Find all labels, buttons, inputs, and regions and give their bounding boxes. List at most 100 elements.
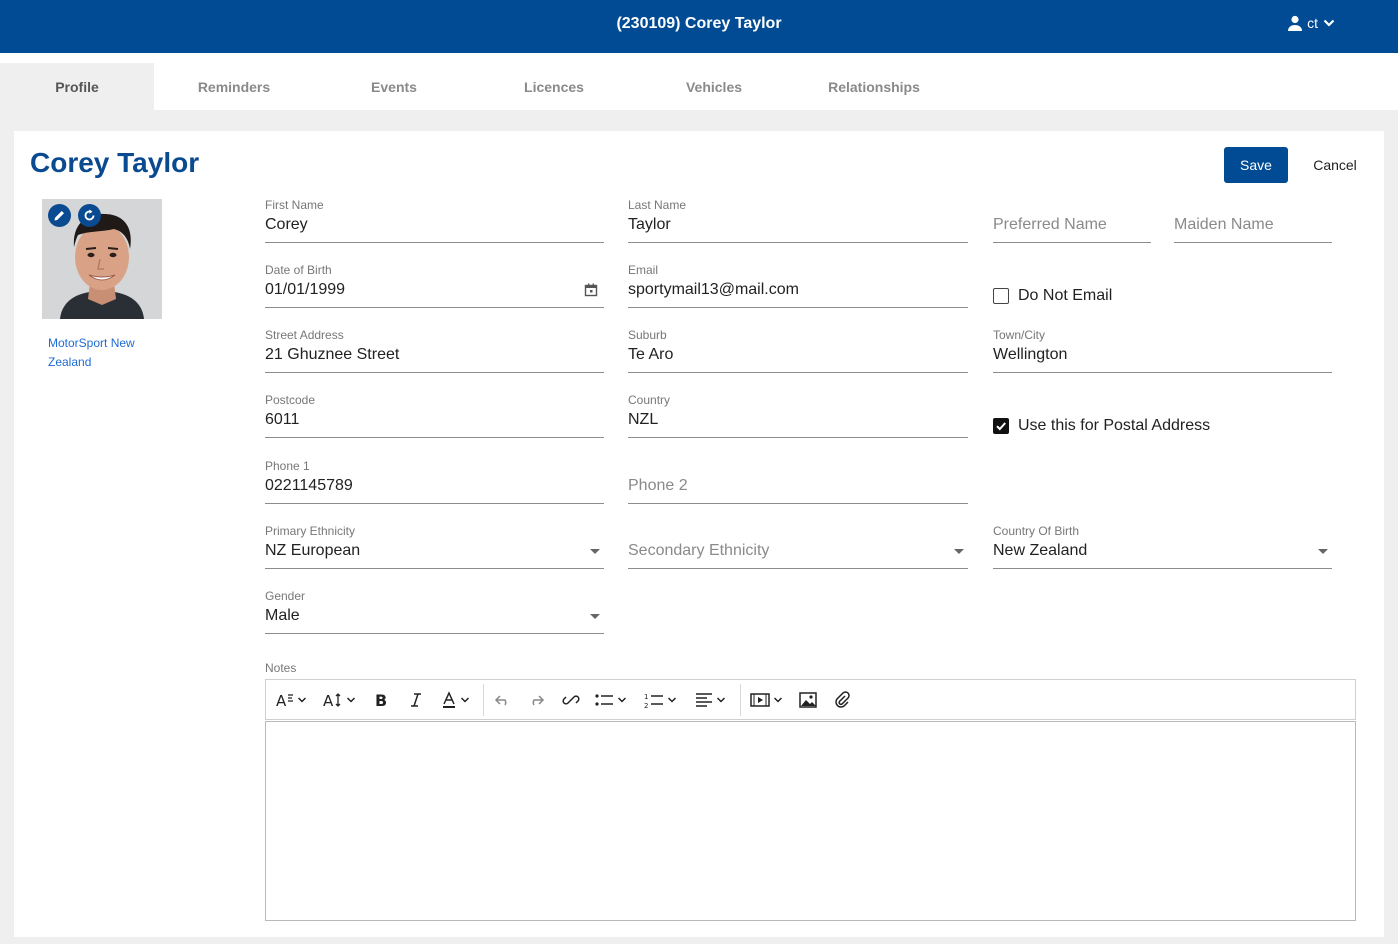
tab-licences[interactable]: Licences	[474, 63, 634, 110]
use-for-postal-label: Use this for Postal Address	[1018, 417, 1211, 434]
do-not-email-box[interactable]	[993, 288, 1009, 304]
date-of-birth-field[interactable]: Date of Birth 01/01/1999	[265, 263, 604, 308]
link-button[interactable]	[562, 688, 580, 712]
bold-button[interactable]: B	[374, 688, 390, 712]
secondary-ethnicity-select[interactable]: Secondary Ethnicity	[628, 524, 968, 569]
maiden-name-placeholder: Maiden Name	[1174, 216, 1274, 233]
phone1-value[interactable]: 0221145789	[265, 477, 353, 495]
gender-label: Gender	[265, 589, 306, 603]
preferred-name-placeholder: Preferred Name	[993, 216, 1107, 233]
use-for-postal-checkbox[interactable]: Use this for Postal Address	[993, 417, 1210, 435]
dropdown-arrow-icon[interactable]	[590, 614, 600, 619]
suburb-label: Suburb	[628, 328, 667, 342]
person-name: Corey Taylor	[30, 147, 200, 178]
email-field[interactable]: Email sportymail13@mail.com	[628, 263, 968, 308]
redo-icon	[532, 695, 545, 706]
attach-file-button[interactable]	[834, 688, 850, 712]
country-value[interactable]: NZL	[628, 411, 658, 429]
attach-file-icon	[835, 691, 850, 708]
use-for-postal-box[interactable]	[993, 418, 1009, 434]
primary-ethnicity-select[interactable]: Primary Ethnicity NZ European	[265, 524, 604, 569]
numbered-list-icon: 12	[644, 693, 663, 709]
numbered-list-button[interactable]: 12	[644, 688, 677, 712]
bold-icon: B	[375, 691, 387, 709]
font-size-button[interactable]: A	[323, 688, 356, 712]
tab-events[interactable]: Events	[314, 63, 474, 110]
italic-button[interactable]	[409, 688, 423, 712]
font-family-button[interactable]: A	[276, 688, 307, 712]
rotate-photo-button[interactable]	[78, 204, 101, 227]
country-of-birth-value[interactable]: New Zealand	[993, 542, 1087, 560]
email-label: Email	[628, 263, 659, 277]
maiden-name-field[interactable]: Maiden Name	[1174, 198, 1332, 243]
last-name-value[interactable]: Taylor	[628, 216, 671, 234]
last-name-field[interactable]: Last Name Taylor	[628, 198, 968, 243]
edit-photo-button[interactable]	[48, 204, 71, 227]
do-not-email-checkbox[interactable]: Do Not Email	[993, 287, 1112, 305]
country-of-birth-label: Country Of Birth	[993, 524, 1080, 538]
suburb-field[interactable]: Suburb Te Aro	[628, 328, 968, 373]
gender-value[interactable]: Male	[265, 607, 300, 625]
preferred-name-field[interactable]: Preferred Name	[993, 198, 1151, 243]
bullet-list-icon	[595, 694, 613, 706]
calendar-icon[interactable]	[584, 283, 598, 297]
tab-relationships[interactable]: Relationships	[794, 63, 954, 110]
chevron-down-icon	[346, 697, 356, 703]
insert-video-button[interactable]	[750, 688, 783, 712]
dropdown-arrow-icon[interactable]	[1318, 549, 1328, 554]
street-address-value[interactable]: 21 Ghuznee Street	[265, 346, 399, 364]
first-name-value[interactable]: Corey	[265, 216, 308, 234]
user-icon	[1288, 15, 1303, 31]
town-city-field[interactable]: Town/City Wellington	[993, 328, 1332, 373]
align-button[interactable]	[695, 688, 726, 712]
font-color-button[interactable]	[441, 688, 470, 712]
primary-ethnicity-value[interactable]: NZ European	[265, 542, 360, 560]
country-of-birth-select[interactable]: Country Of Birth New Zealand	[993, 524, 1332, 569]
save-button[interactable]: Save	[1224, 147, 1288, 183]
gender-select[interactable]: Gender Male	[265, 589, 604, 634]
date-of-birth-value[interactable]: 01/01/1999	[265, 281, 345, 299]
email-value[interactable]: sportymail13@mail.com	[628, 281, 799, 299]
cancel-button[interactable]: Cancel	[1300, 147, 1370, 183]
link-icon	[562, 695, 580, 705]
italic-icon	[411, 693, 421, 707]
chevron-down-icon	[460, 697, 470, 703]
svg-text:A: A	[276, 692, 287, 709]
postcode-field[interactable]: Postcode 6011	[265, 393, 604, 438]
first-name-label: First Name	[265, 198, 324, 212]
phone2-field[interactable]: Phone 2	[628, 459, 968, 504]
street-address-field[interactable]: Street Address 21 Ghuznee Street	[265, 328, 604, 373]
tab-profile[interactable]: Profile	[0, 63, 154, 110]
country-field[interactable]: Country NZL	[628, 393, 968, 438]
postcode-value[interactable]: 6011	[265, 411, 299, 429]
phone1-field[interactable]: Phone 1 0221145789	[265, 459, 604, 504]
font-family-icon: A	[276, 692, 293, 709]
pencil-icon	[54, 211, 64, 221]
notes-editor[interactable]	[265, 721, 1356, 921]
suburb-value[interactable]: Te Aro	[628, 346, 673, 364]
redo-button[interactable]	[527, 688, 545, 712]
insert-image-button[interactable]	[799, 688, 817, 712]
phone2-placeholder: Phone 2	[628, 477, 688, 494]
first-name-field[interactable]: First Name Corey	[265, 198, 604, 243]
town-city-value[interactable]: Wellington	[993, 346, 1067, 364]
undo-icon	[494, 695, 507, 706]
svg-text:A: A	[323, 692, 334, 709]
undo-button[interactable]	[494, 688, 512, 712]
toolbar-divider	[740, 684, 741, 716]
dropdown-arrow-icon[interactable]	[954, 549, 964, 554]
tab-reminders[interactable]: Reminders	[154, 63, 314, 110]
insert-video-icon	[750, 693, 770, 707]
chevron-down-icon	[1323, 19, 1335, 27]
tab-vehicles[interactable]: Vehicles	[634, 63, 794, 110]
bullet-list-button[interactable]	[594, 688, 627, 712]
postcode-label: Postcode	[265, 393, 316, 407]
date-of-birth-label: Date of Birth	[265, 263, 332, 277]
toolbar-divider	[483, 684, 484, 716]
insert-image-icon	[799, 692, 817, 708]
user-menu[interactable]: ct	[1287, 15, 1336, 31]
organisation-link[interactable]: MotorSport New Zealand	[48, 334, 158, 372]
dropdown-arrow-icon[interactable]	[590, 549, 600, 554]
user-initials: ct	[1307, 15, 1318, 31]
tab-bar: Profile Reminders Events Licences Vehicl…	[0, 53, 1398, 110]
